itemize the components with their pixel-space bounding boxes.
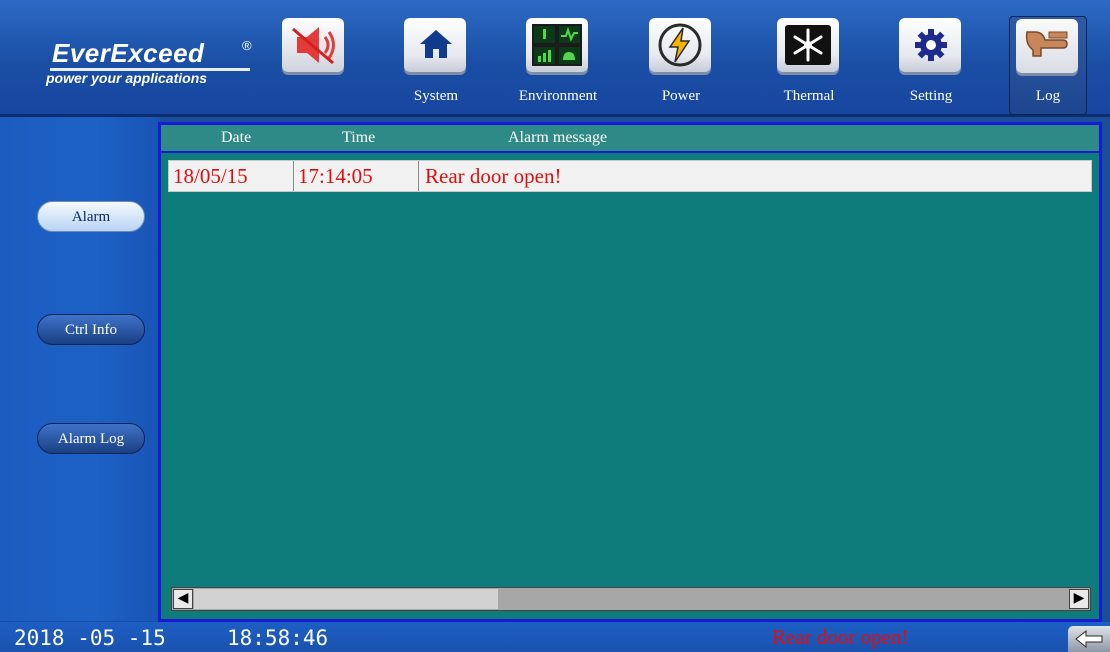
logo-brand-text: EverExceed [52, 38, 205, 68]
mute-button[interactable] [276, 18, 344, 74]
back-button[interactable] [1068, 626, 1110, 652]
horizontal-scrollbar[interactable]: ◀ ▶ [171, 587, 1091, 611]
home-icon [420, 30, 452, 58]
table-header: Date Time Alarm message [161, 125, 1099, 153]
everexceed-logo: EverExceed ® power your applications [38, 36, 268, 98]
status-time: 18:58:46 [227, 626, 329, 650]
nav-environment[interactable]: Environment [519, 18, 597, 112]
scroll-left-arrow[interactable]: ◀ [173, 589, 193, 609]
lightning-icon [658, 23, 702, 67]
back-arrow-icon [1075, 629, 1103, 649]
environment-gauges-icon [532, 24, 582, 66]
cell-date: 18/05/15 [173, 164, 248, 188]
table-row[interactable]: 18/05/15 17:14:05 Rear door open! [168, 160, 1092, 192]
snowflake-icon [785, 25, 831, 65]
column-header-alarm-message: Alarm message [508, 129, 608, 146]
cell-alarm-message: Rear door open! [425, 164, 562, 188]
nav-label-thermal: Thermal [783, 88, 835, 104]
sidebar-ctrl-info-button[interactable]: Ctrl Info [37, 314, 145, 345]
speaker-muted-icon [292, 27, 335, 65]
status-date: 2018 -05 -15 [14, 626, 166, 650]
top-toolbar: EverExceed ® power your applications Sys… [0, 0, 1110, 117]
nav-label-environment: Environment [518, 88, 598, 104]
nav-log[interactable]: Log [1009, 16, 1087, 115]
scroll-right-arrow[interactable]: ▶ [1069, 589, 1089, 609]
column-header-date: Date [221, 129, 252, 146]
gear-icon [915, 29, 947, 61]
nav-label-log: Log [1035, 88, 1061, 104]
sidebar: Alarm Ctrl Info Alarm Log [0, 117, 160, 621]
nav-power[interactable]: Power [643, 18, 719, 112]
nav-thermal[interactable]: Thermal [771, 18, 847, 112]
nav-setting[interactable]: Setting [893, 18, 969, 112]
logo-registered-mark: ® [242, 38, 252, 53]
status-alarm-message: Rear door open! [772, 625, 909, 649]
scrollbar-thumb[interactable] [194, 589, 498, 609]
cell-time: 17:14:05 [298, 164, 373, 188]
sidebar-alarm-log-button[interactable]: Alarm Log [37, 423, 145, 454]
nav-system[interactable]: System [398, 18, 474, 112]
nav-label-system: System [413, 88, 459, 104]
status-bar: 2018 -05 -15 18:58:46 Rear door open! [0, 622, 1110, 652]
sidebar-alarm-button[interactable]: Alarm [37, 201, 145, 232]
nav-label-setting: Setting [909, 88, 953, 104]
column-separator [293, 161, 294, 191]
log-hand-icon [1025, 31, 1068, 57]
column-header-time: Time [342, 129, 376, 146]
logo-tagline: power your applications [46, 70, 208, 86]
column-separator [418, 161, 419, 191]
nav-label-power: Power [661, 88, 701, 104]
alarm-table-panel: Date Time Alarm message 18/05/15 17:14:0… [158, 122, 1102, 622]
